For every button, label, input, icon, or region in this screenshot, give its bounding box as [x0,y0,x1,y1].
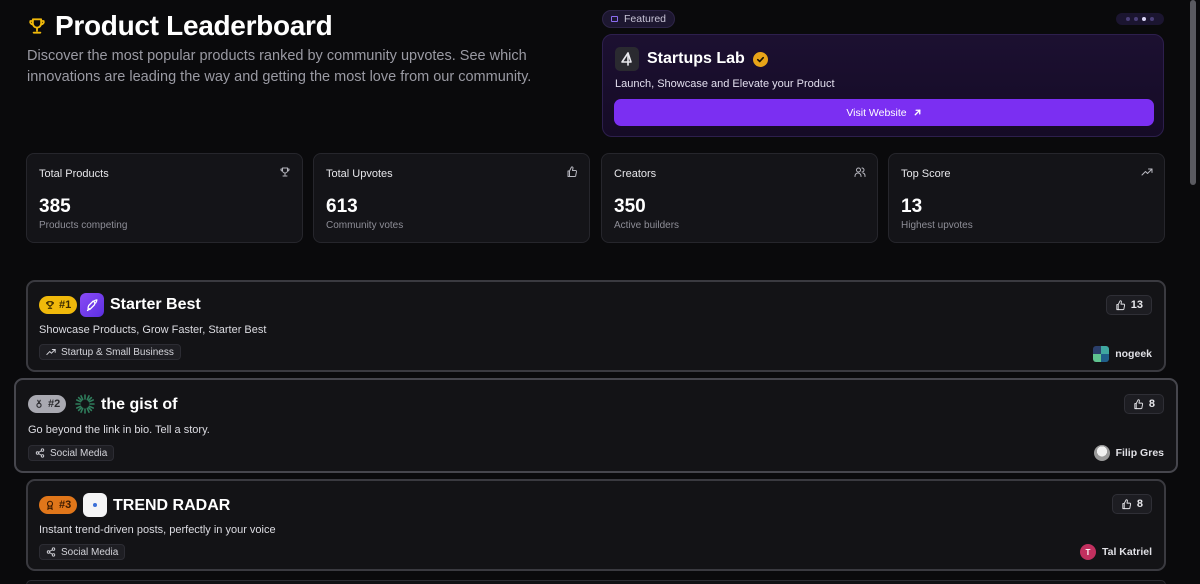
leaderboard-row-2[interactable]: #2 the gist of Go beyond the link in bio… [14,378,1178,473]
featured-name: Startups Lab [647,50,745,67]
external-arrow-icon [914,109,921,116]
featured-icon [611,16,618,22]
product-description: Showcase Products, Grow Faster, Starter … [39,324,267,336]
upvote-count: 8 [1148,398,1155,410]
stat-label: Top Score [901,168,951,180]
creator-info[interactable]: T Tal Katriel [1080,544,1152,560]
category-label: Startup & Small Business [61,346,174,358]
thumbs-up-icon [1134,398,1143,409]
creator-info[interactable]: nogeek [1093,346,1152,362]
product-description: Go beyond the link in bio. Tell a story. [28,424,210,436]
upvote-button[interactable]: 8 [1111,494,1152,514]
visit-website-button[interactable]: Visit Website [614,99,1154,126]
visit-website-label: Visit Website [846,106,907,119]
verified-badge-icon [752,51,768,67]
stat-caption: Active builders [614,220,680,231]
starburst-logo-icon [73,392,97,416]
stat-caption: Products competing [39,220,128,231]
rank-number: #2 [48,398,61,410]
product-name[interactable]: TREND RADAR [113,497,230,515]
stat-label: Total Upvotes [326,168,393,180]
rank-number: #3 [59,499,72,511]
creator-info[interactable]: Filip Gres [1093,445,1164,461]
carousel-dot[interactable] [1134,17,1138,21]
stat-value: 13 [901,196,923,217]
share-icon [35,448,45,458]
stat-card-creators: Creators 350 Active builders [601,153,878,243]
trending-up-icon [1141,168,1153,176]
creator-name: nogeek [1115,348,1152,360]
upvote-button[interactable]: 13 [1105,295,1152,315]
startups-lab-logo [615,47,639,71]
creator-name: Tal Katriel [1102,546,1152,558]
thumbs-up-icon [567,166,577,177]
thumbs-up-icon [1116,299,1125,310]
leaderboard-row-4[interactable] [26,580,1166,584]
stat-caption: Community votes [326,220,404,231]
featured-label: Featured [624,13,667,25]
page-header: Product Leaderboard [27,10,333,42]
stat-value: 385 [39,196,71,217]
medal-icon [36,399,42,408]
trophy-icon [280,167,290,177]
rank-badge-silver: #2 [28,395,67,413]
trending-up-icon [46,349,56,355]
featured-tagline: Launch, Showcase and Elevate your Produc… [615,78,835,90]
trophy-icon [46,301,54,309]
carousel-indicator[interactable] [1116,13,1164,25]
stat-label: Creators [614,168,657,180]
upvote-button[interactable]: 8 [1123,394,1164,414]
carousel-dot-active[interactable] [1142,17,1146,21]
product-name[interactable]: the gist of [101,396,177,414]
rank-badge-bronze: #3 [39,496,78,514]
carousel-dot[interactable] [1126,17,1130,21]
featured-card: Startups Lab Launch, Showcase and Elevat… [602,34,1164,137]
category-tag[interactable]: Social Media [28,445,115,461]
rank-number: #1 [59,299,72,311]
category-label: Social Media [50,447,108,459]
page-subtitle: Discover the most popular products ranke… [27,48,532,85]
thumbs-up-icon [1122,498,1131,509]
radar-logo-icon [83,493,107,517]
product-name[interactable]: Starter Best [110,296,201,314]
stat-label: Total Products [39,168,109,180]
avatar: T [1080,544,1096,560]
upvote-count: 8 [1136,498,1143,510]
leaderboard-row-3[interactable]: #3 TREND RADAR Instant trend-driven post… [26,479,1166,571]
product-description: Instant trend-driven posts, perfectly in… [39,524,276,536]
scrollbar-thumb[interactable] [1190,0,1196,185]
stat-card-total-products: Total Products 385 Products competing [26,153,303,243]
share-icon [46,547,56,557]
stat-value: 350 [614,196,646,217]
category-label: Social Media [61,546,119,558]
category-tag[interactable]: Startup & Small Business [39,344,181,360]
stat-card-top-score: Top Score 13 Highest upvotes [888,153,1165,243]
leaderboard-row-1[interactable]: #1 Starter Best Showcase Products, Grow … [26,280,1166,372]
rank-badge-gold: #1 [39,296,78,314]
stat-card-total-upvotes: Total Upvotes 613 Community votes [313,153,590,243]
rocket-logo-icon [80,293,104,317]
users-icon [854,167,866,177]
featured-badge: Featured [602,10,676,28]
upvote-count: 13 [1130,299,1143,311]
avatar [1093,346,1110,362]
carousel-dot[interactable] [1150,17,1154,21]
page-title: Product Leaderboard [55,10,333,41]
creator-name: Filip Gres [1115,447,1164,459]
award-icon [46,500,54,510]
category-tag[interactable]: Social Media [39,544,126,560]
stat-caption: Highest upvotes [901,220,973,231]
trophy-icon [29,18,45,34]
stat-value: 613 [326,196,358,217]
avatar [1093,445,1110,461]
